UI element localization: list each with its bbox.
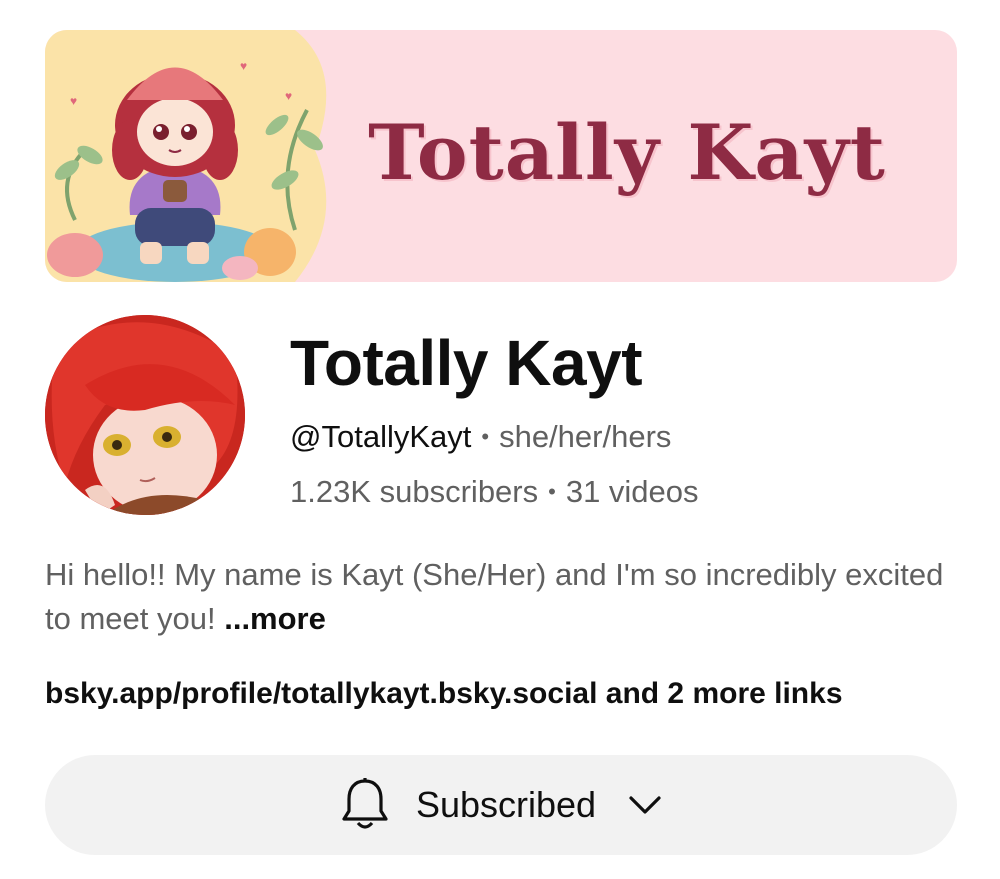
video-count: 31 videos [565,474,699,509]
pronouns: she/her/hers [499,419,672,454]
description-text: Hi hello!! My name is Kayt (She/Her) and… [45,557,944,636]
svg-text:♥: ♥ [285,89,292,103]
channel-description[interactable]: Hi hello!! My name is Kayt (She/Her) and… [45,553,945,641]
bell-icon [342,778,388,829]
svg-text:♥: ♥ [70,94,77,108]
chevron-down-icon [629,796,661,814]
channel-avatar[interactable] [45,315,245,515]
channel-handle: @TotallyKayt [290,419,472,454]
channel-links[interactable]: bsky.app/profile/totallykayt.bsky.social… [45,677,843,711]
more-link[interactable]: ...more [224,601,326,636]
subscribed-button[interactable]: Subscribed [45,755,957,855]
handle-line: @TotallyKayt • she/her/hers [290,419,671,455]
banner-title: Totally Kayt [368,108,886,197]
subscribed-label: Subscribed [415,784,597,825]
separator-dot: • [548,479,556,504]
subscriber-count: 1.23K subscribers [290,474,539,509]
avatar-illustration [45,315,245,515]
stats-line: 1.23K subscribers • 31 videos [290,474,699,510]
separator-dot: • [481,424,490,449]
svg-text:♥: ♥ [240,59,247,73]
channel-banner: ♥ ♥ ♥ Totally Kayt [45,30,957,282]
channel-name: Totally Kayt [290,327,643,399]
